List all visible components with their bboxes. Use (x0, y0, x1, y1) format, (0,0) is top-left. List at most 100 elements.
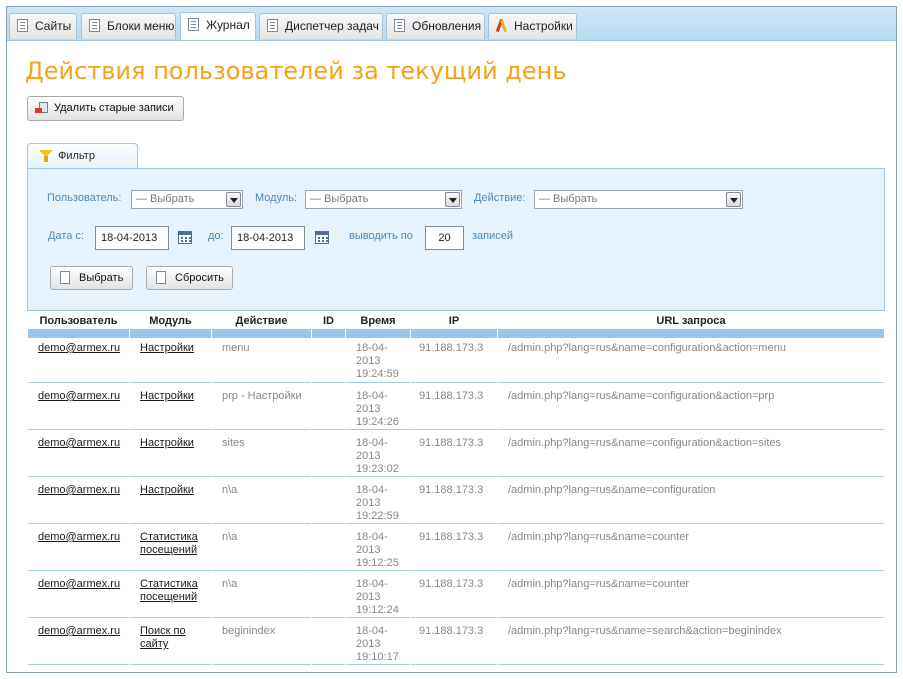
ip-cell: 91.188.173.3 (411, 571, 497, 618)
table-row: demo@armex.ru Статистика посещений n\a 1… (28, 524, 884, 571)
action-cell: beginindex (212, 618, 311, 665)
col-header-ip: IP (411, 312, 497, 338)
admin-window: Сайты Блоки меню Журнал Диспетчер задач … (6, 6, 897, 673)
date-from-input[interactable] (95, 226, 169, 250)
apply-button-label: Выбрать (79, 272, 124, 284)
action-select[interactable]: — Выбрать (534, 190, 743, 209)
per-page-input[interactable] (425, 226, 464, 250)
action-cell: n\a (212, 524, 311, 571)
module-link[interactable]: Настройки (140, 484, 194, 496)
tab-updates[interactable]: Обновления (386, 13, 485, 39)
url-cell: /admin.php?lang=rus&name=configuration (498, 477, 884, 524)
id-cell (312, 477, 345, 524)
id-cell (312, 383, 345, 430)
table-row: demo@armex.ru Поиск по сайту beginindex … (28, 618, 884, 665)
time-cell: 18-04-2013 19:12:24 (346, 571, 410, 618)
apply-filter-button[interactable]: Выбрать (50, 266, 133, 290)
reset-button-label: Сбросить (175, 272, 224, 284)
tab-journal[interactable]: Журнал (180, 12, 256, 40)
user-link[interactable]: demo@armex.ru (38, 625, 120, 637)
tools-icon (496, 19, 507, 32)
user-label: Пользователь: (47, 192, 122, 204)
id-cell (312, 338, 345, 383)
user-link[interactable]: demo@armex.ru (38, 484, 120, 496)
ip-cell: 91.188.173.3 (411, 383, 497, 430)
url-cell: /admin.php?lang=rus&name=configuration&a… (498, 430, 884, 477)
user-link[interactable]: demo@armex.ru (38, 578, 120, 590)
time-cell: 18-04-2013 19:24:26 (346, 383, 410, 430)
module-link[interactable]: Поиск по сайту (140, 625, 186, 650)
calendar-icon[interactable] (178, 231, 192, 244)
tab-label: Сайты (35, 19, 72, 33)
user-link[interactable]: demo@armex.ru (38, 437, 120, 449)
log-table: Пользователь Модуль Действие ID Время IP… (27, 312, 885, 665)
tab-menu-blocks[interactable]: Блоки меню (81, 13, 176, 39)
col-header-url: URL запроса (498, 312, 884, 338)
action-select-value: — Выбрать (539, 193, 598, 205)
table-row: demo@armex.ru Настройки menu 18-04-2013 1… (28, 338, 884, 383)
reset-filter-button[interactable]: Сбросить (146, 266, 233, 290)
ip-cell: 91.188.173.3 (411, 524, 497, 571)
page-icon (394, 19, 405, 32)
url-cell: /admin.php?lang=rus&name=counter (498, 571, 884, 618)
date-text: 18-04-2013 (356, 578, 388, 603)
page-title: Действия пользователей за текущий день (25, 57, 567, 85)
page-icon (188, 18, 199, 31)
filter-tab-label: Фильтр (58, 150, 95, 162)
module-link[interactable]: Настройки (140, 342, 194, 354)
module-select[interactable]: — Выбрать (305, 190, 462, 209)
module-link[interactable]: Статистика посещений (140, 578, 198, 603)
time-text: 19:12:24 (356, 604, 399, 616)
action-cell: prp - Настройки (212, 383, 311, 430)
col-header-module: Модуль (130, 312, 211, 338)
user-link[interactable]: demo@armex.ru (38, 531, 120, 543)
ip-cell: 91.188.173.3 (411, 338, 497, 383)
id-cell (312, 524, 345, 571)
tab-settings[interactable]: Настройки (488, 13, 577, 39)
module-select-value: — Выбрать (310, 193, 369, 205)
id-cell (312, 618, 345, 665)
col-header-time: Время (346, 312, 410, 338)
col-header-id: ID (312, 312, 345, 338)
tab-sites[interactable]: Сайты (9, 13, 77, 39)
date-to-label: до: (208, 230, 224, 242)
tab-label: Блоки меню (107, 19, 175, 33)
time-cell: 18-04-2013 19:10:17 (346, 618, 410, 665)
tab-bar: Сайты Блоки меню Журнал Диспетчер задач … (7, 7, 896, 41)
ip-cell: 91.188.173.3 (411, 618, 497, 665)
module-link[interactable]: Статистика посещений (140, 531, 198, 556)
calendar-icon[interactable] (315, 231, 329, 244)
table-row: demo@armex.ru Статистика посещений n\a 1… (28, 571, 884, 618)
ip-cell: 91.188.173.3 (411, 430, 497, 477)
page-icon (267, 19, 278, 32)
filter-tab[interactable]: Фильтр (27, 143, 138, 169)
chevron-down-icon (445, 192, 460, 207)
tab-task-manager[interactable]: Диспетчер задач (259, 13, 383, 39)
time-cell: 18-04-2013 19:24:59 (346, 338, 410, 383)
action-cell: n\a (212, 571, 311, 618)
action-cell: n\a (212, 477, 311, 524)
time-text: 19:24:26 (356, 416, 399, 428)
tab-label: Журнал (206, 18, 250, 32)
tab-label: Настройки (514, 19, 573, 33)
chevron-down-icon (726, 192, 741, 207)
time-text: 19:23:02 (356, 463, 399, 475)
date-text: 18-04-2013 (356, 484, 388, 509)
user-select[interactable]: — Выбрать (131, 190, 243, 209)
module-label: Модуль: (255, 192, 298, 204)
date-text: 18-04-2013 (356, 531, 388, 556)
delete-button-label: Удалить старые записи (54, 102, 174, 114)
date-to-input[interactable] (231, 226, 305, 250)
user-link[interactable]: demo@armex.ru (38, 342, 120, 354)
page-icon (17, 19, 28, 32)
table-row: demo@armex.ru Настройки n\a 18-04-2013 19… (28, 477, 884, 524)
module-link[interactable]: Настройки (140, 390, 194, 402)
user-link[interactable]: demo@armex.ru (38, 390, 120, 402)
page-icon (60, 271, 70, 284)
delete-old-records-button[interactable]: Удалить старые записи (27, 96, 184, 121)
module-link[interactable]: Настройки (140, 437, 194, 449)
delete-records-icon (35, 102, 48, 115)
filter-panel: Пользователь: — Выбрать Модуль: — Выбрат… (27, 168, 885, 311)
tab-label: Обновления (412, 19, 482, 33)
date-from-label: Дата с: (48, 230, 84, 242)
